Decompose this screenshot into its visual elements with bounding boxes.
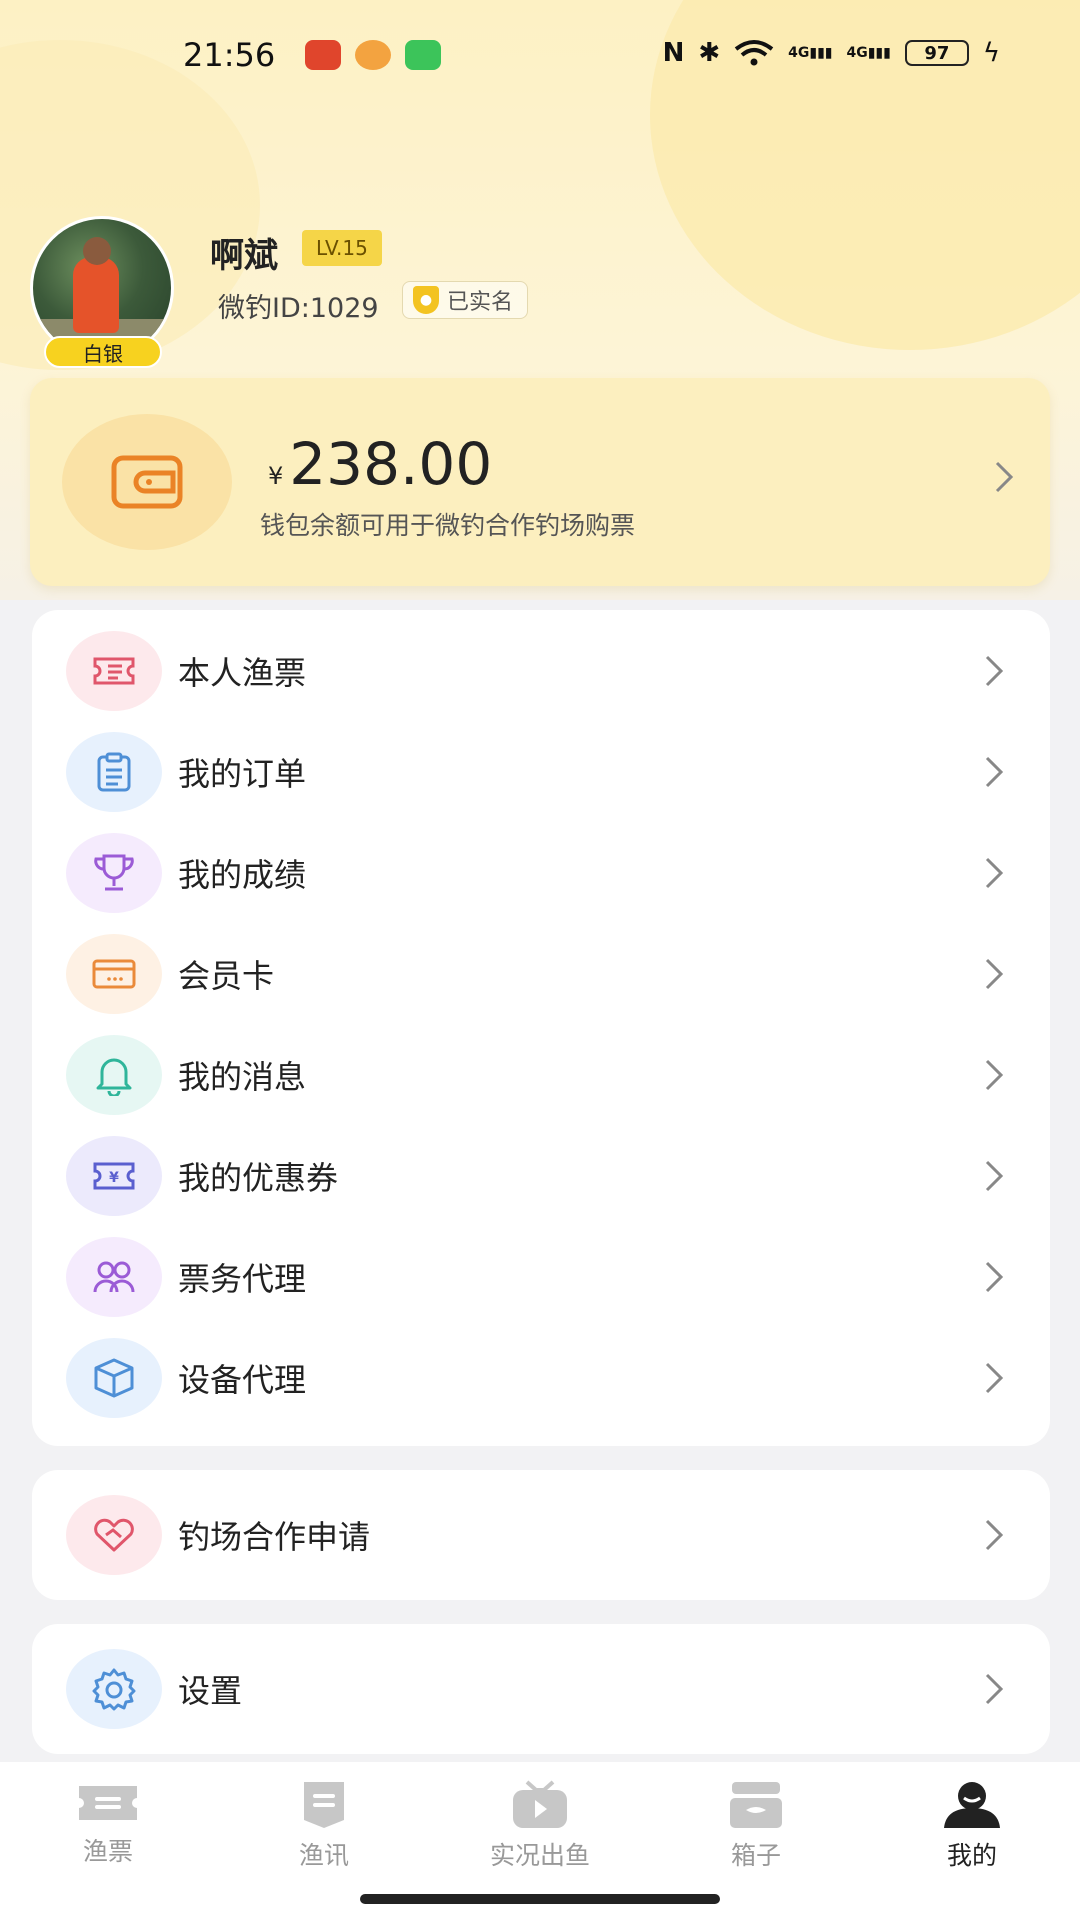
chevron-right-icon (985, 857, 1004, 888)
chevron-right-icon (985, 1059, 1004, 1090)
chevron-right-icon (985, 958, 1004, 989)
nav-label: 箱子 (730, 1841, 781, 1870)
level-badge: LV.15 (302, 230, 382, 266)
svg-text:¥: ¥ (109, 1170, 119, 1186)
menu-card: 本人渔票 我的订单 我的成绩 会员卡 我的消息 ¥ 我的优惠券 票务代理 设备代… (32, 610, 1050, 1446)
app-notification-icon (305, 40, 341, 70)
video-nav-icon (513, 1780, 567, 1828)
user-id: 微钓ID:1029 (218, 293, 379, 324)
signal-icon: 4G▮▮▮ (846, 45, 891, 61)
nav-tab-live-catch[interactable]: 实况出鱼 (465, 1780, 615, 1872)
menu-item-partner-application[interactable]: 钓场合作申请 (32, 1484, 1050, 1585)
trophy-icon (66, 832, 162, 913)
ticket-nav-icon (79, 1786, 137, 1820)
menu-item-label: 会员卡 (178, 956, 275, 995)
gear-icon (66, 1648, 162, 1729)
menu-item-label: 我的成绩 (178, 855, 307, 894)
shield-icon: ● (413, 286, 439, 314)
menu-item-my-results[interactable]: 我的成绩 (32, 822, 1050, 923)
settings-card: 设置 (32, 1624, 1050, 1754)
chevron-right-icon (985, 1362, 1004, 1393)
news-nav-icon (304, 1782, 344, 1828)
menu-item-label: 我的消息 (178, 1057, 307, 1096)
menu-item-member-card[interactable]: 会员卡 (32, 923, 1050, 1024)
bell-icon (66, 1034, 162, 1115)
menu-item-my-tickets[interactable]: 本人渔票 (32, 620, 1050, 721)
profile-nav-icon (944, 1782, 1000, 1828)
chevron-right-icon (985, 1519, 1004, 1550)
ticket-icon (66, 630, 162, 711)
nav-label: 实况出鱼 (489, 1841, 590, 1870)
menu-item-label: 设置 (178, 1671, 243, 1710)
chevron-right-icon (985, 1261, 1004, 1292)
chevron-right-icon (985, 1673, 1004, 1704)
chevron-right-icon (985, 1160, 1004, 1191)
charging-icon: ϟ (982, 38, 1000, 68)
home-indicator[interactable] (360, 1894, 720, 1904)
partner-card: 钓场合作申请 (32, 1470, 1050, 1600)
menu-item-my-coupons[interactable]: ¥ 我的优惠券 (32, 1125, 1050, 1226)
status-indicators: N ✱ 4G▮▮▮ 4G▮▮▮ 97 ϟ (663, 38, 1000, 68)
menu-item-settings[interactable]: 设置 (32, 1638, 1050, 1739)
menu-item-label: 设备代理 (178, 1360, 307, 1399)
handshake-icon (66, 1494, 162, 1575)
verified-badge: ● 已实名 (402, 281, 529, 319)
app-notification-icon (355, 40, 391, 70)
message-app-icon (405, 40, 441, 70)
chevron-right-icon (995, 461, 1014, 493)
wallet-balance: ¥ 238.00 (268, 430, 492, 498)
menu-item-label: 我的优惠券 (178, 1158, 339, 1197)
wifi-icon (734, 40, 774, 66)
clipboard-icon (66, 731, 162, 812)
wallet-card[interactable]: ¥ 238.00 钱包余额可用于微钓合作钓场购票 (30, 378, 1050, 586)
menu-item-my-orders[interactable]: 我的订单 (32, 721, 1050, 822)
wallet-description: 钱包余额可用于微钓合作钓场购票 (260, 511, 636, 540)
coupon-icon: ¥ (66, 1135, 162, 1216)
verified-label: 已实名 (447, 290, 514, 315)
nfc-icon: N (662, 38, 685, 68)
chevron-right-icon (985, 655, 1004, 686)
nav-tab-news[interactable]: 渔讯 (249, 1780, 399, 1872)
user-name: 啊斌 (210, 236, 278, 276)
avatar[interactable]: 白银 (30, 216, 174, 368)
nav-label: 渔票 (82, 1837, 133, 1866)
menu-item-label: 本人渔票 (178, 653, 307, 692)
status-app-icons (305, 40, 441, 70)
menu-item-label: 钓场合作申请 (178, 1517, 371, 1556)
nav-tab-tickets[interactable]: 渔票 (33, 1780, 183, 1868)
signal-icon: 4G▮▮▮ (788, 45, 833, 61)
box-icon (66, 1337, 162, 1418)
battery-level: 97 (924, 42, 950, 64)
rank-badge: 白银 (44, 336, 162, 368)
battery-icon: 97 (904, 40, 969, 66)
balance-value: 238.00 (289, 430, 493, 498)
status-time: 21:56 (183, 36, 276, 74)
network-type-label: 4G (788, 45, 810, 61)
nav-label: 渔讯 (298, 1841, 349, 1870)
bluetooth-icon: ✱ (698, 38, 721, 68)
chevron-right-icon (985, 756, 1004, 787)
status-bar: 21:56 N ✱ 4G▮▮▮ 4G▮▮▮ 97 ϟ (0, 0, 1080, 110)
nav-tab-profile[interactable]: 我的 (897, 1780, 1047, 1872)
menu-item-my-messages[interactable]: 我的消息 (32, 1024, 1050, 1125)
card-icon (66, 933, 162, 1014)
menu-item-label: 票务代理 (178, 1259, 307, 1298)
wallet-icon (62, 414, 232, 550)
nav-tab-box[interactable]: 箱子 (681, 1780, 831, 1872)
menu-item-label: 我的订单 (178, 754, 307, 793)
nav-label: 我的 (946, 1841, 997, 1870)
menu-item-equipment-agent[interactable]: 设备代理 (32, 1327, 1050, 1428)
currency-symbol: ¥ (268, 462, 284, 490)
network-type-label: 4G (846, 45, 868, 61)
box-nav-icon (730, 1782, 782, 1828)
group-icon (66, 1236, 162, 1317)
menu-item-ticket-agent[interactable]: 票务代理 (32, 1226, 1050, 1327)
